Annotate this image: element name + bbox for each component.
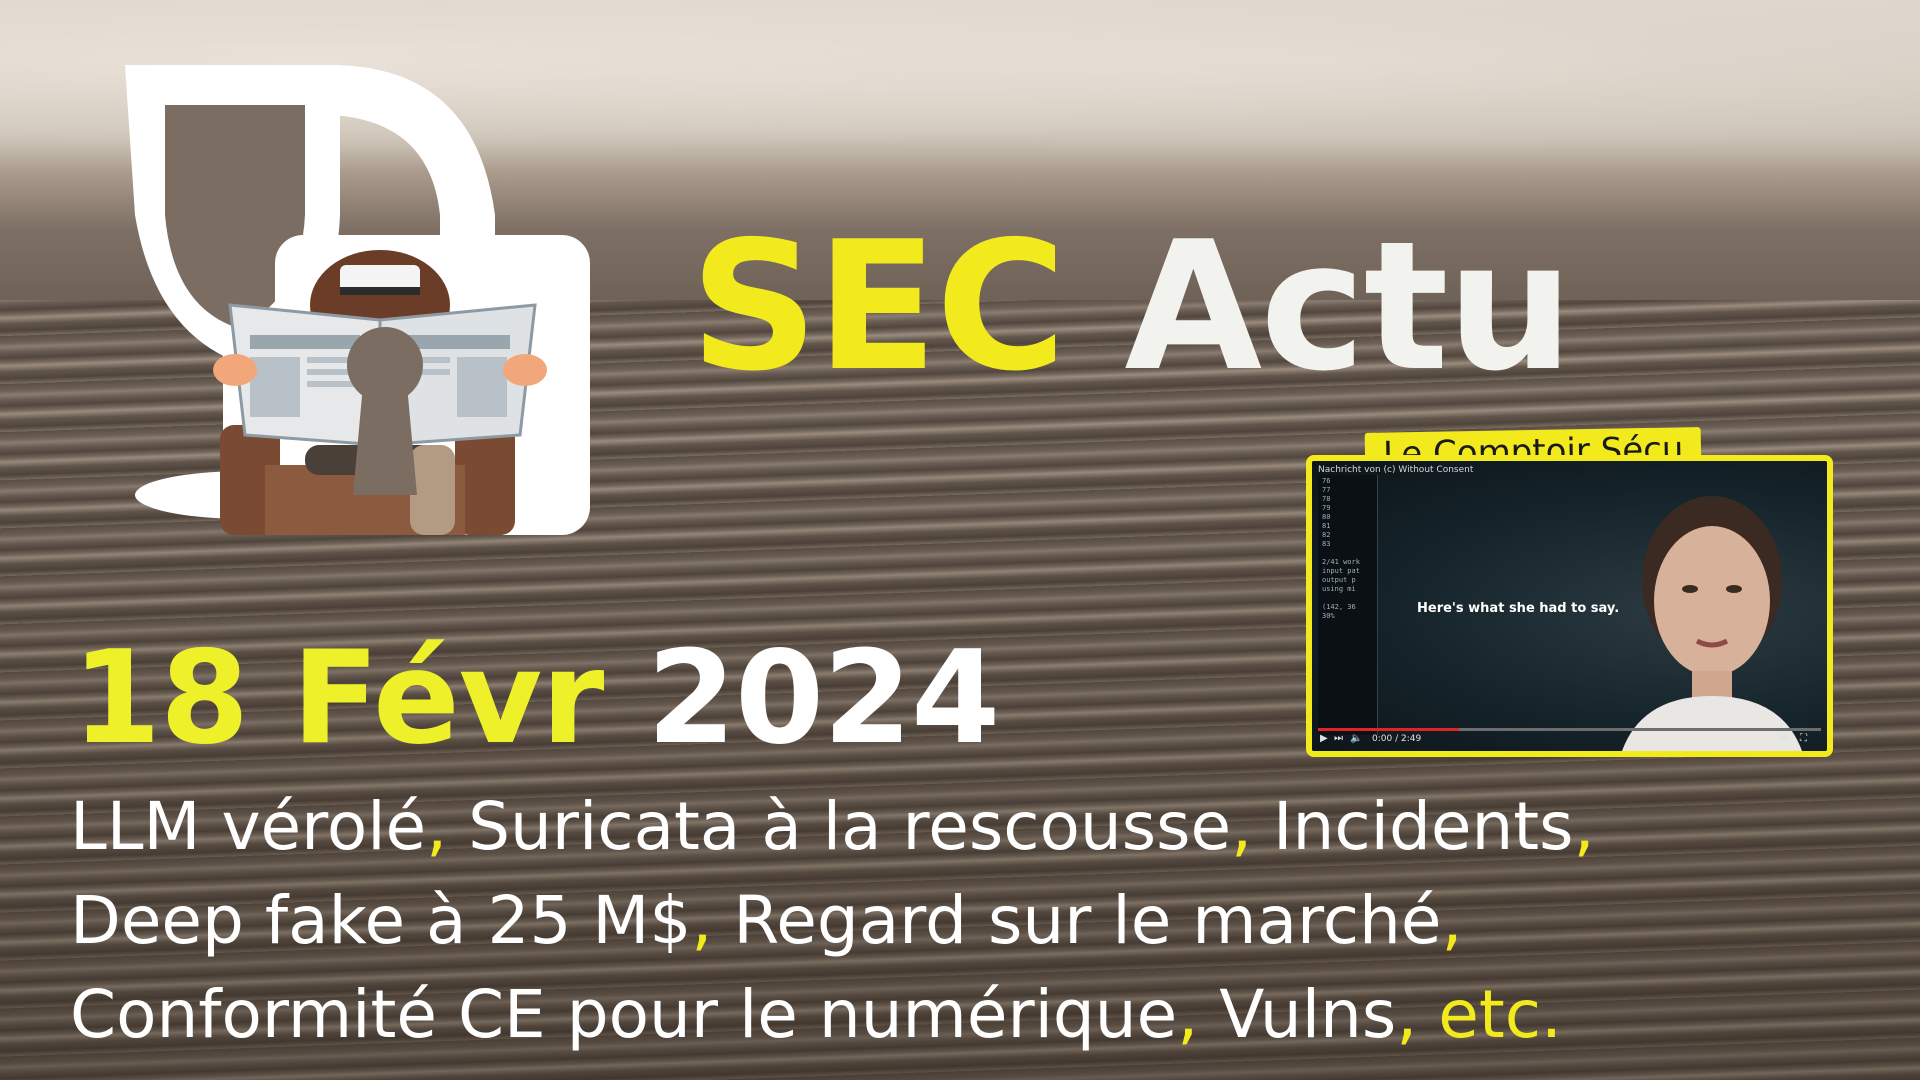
topic-etc: etc. xyxy=(1438,976,1562,1053)
video-time: 0:00 / 2:49 xyxy=(1372,734,1422,744)
topic-separator: , xyxy=(1396,976,1439,1053)
topic-market: Regard sur le marché xyxy=(733,882,1442,959)
topic-separator: , xyxy=(1177,976,1220,1053)
show-title: SEC Actu xyxy=(690,218,1574,396)
date-day-month: 18 Févr xyxy=(72,624,604,773)
episode-topics: LLM vérolé, Suricata à la rescousse, Inc… xyxy=(70,780,1890,1062)
video-frame: Nachricht von (c) Without Consent 76 77 78… xyxy=(1312,461,1827,751)
terminal-line: 78 xyxy=(1322,495,1331,503)
terminal-line: (142, 36 xyxy=(1322,603,1356,611)
terminal-line: output p xyxy=(1322,576,1356,584)
thumbnail-canvas: SEC Actu Le Comptoir Sécu Nachricht von … xyxy=(0,0,1920,1080)
topic-separator: , xyxy=(426,788,469,865)
topics-line-3: Conformité CE pour le numérique, Vulns, … xyxy=(70,968,1890,1062)
topic-deepfake: Deep fake à 25 M$ xyxy=(70,882,692,959)
terminal-line: 80 xyxy=(1322,513,1331,521)
topic-separator: , xyxy=(1573,788,1595,865)
video-terminal-panel: 76 77 78 79 80 81 82 83 2/41 work input pat outpu… xyxy=(1318,475,1378,735)
video-thumbnail[interactable]: Nachricht von (c) Without Consent 76 77 78… xyxy=(1306,455,1833,757)
title-actu: Actu xyxy=(1124,203,1573,410)
episode-date: 18 Févr 2024 xyxy=(72,635,1000,763)
terminal-line: 83 xyxy=(1322,540,1331,548)
settings-icon[interactable]: ⚙ xyxy=(1780,733,1789,744)
terminal-line: 30% xyxy=(1322,612,1335,620)
terminal-line: 77 xyxy=(1322,486,1331,494)
topic-llm: LLM vérolé xyxy=(70,788,427,865)
title-sec: SEC xyxy=(690,203,1066,410)
video-progress-bar[interactable] xyxy=(1318,728,1821,731)
terminal-line: 76 xyxy=(1322,477,1331,485)
video-caption: Here's what she had to say. xyxy=(1417,601,1620,616)
volume-icon[interactable]: 🔈 xyxy=(1350,733,1362,744)
wine-glass-padlock-newspaper-reader-logo xyxy=(125,65,595,535)
woman-face-image xyxy=(1622,496,1802,751)
topic-separator: , xyxy=(1231,788,1274,865)
topics-line-2: Deep fake à 25 M$, Regard sur le marché, xyxy=(70,874,1890,968)
terminal-line: 2/41 work xyxy=(1322,558,1360,566)
terminal-line: 81 xyxy=(1322,522,1331,530)
date-year: 2024 xyxy=(646,624,1000,773)
fullscreen-icon[interactable]: ⛶ xyxy=(1800,733,1807,744)
topic-compliance: Conformité CE pour le numérique xyxy=(70,976,1178,1053)
topics-line-1: LLM vérolé, Suricata à la rescousse, Inc… xyxy=(70,780,1890,874)
play-icon[interactable]: ▶ xyxy=(1320,733,1328,744)
topic-separator: , xyxy=(1441,882,1463,959)
video-topbar-title: Nachricht von (c) Without Consent xyxy=(1318,465,1474,475)
terminal-line: 82 xyxy=(1322,531,1331,539)
topic-incidents: Incidents xyxy=(1273,788,1574,865)
video-controls: ▶ ⏭ 🔈 0:00 / 2:49 ⚙ ⛶ xyxy=(1320,733,1820,747)
topic-separator: , xyxy=(691,882,734,959)
next-icon[interactable]: ⏭ xyxy=(1334,733,1343,744)
video-progress-fill xyxy=(1318,728,1459,731)
terminal-line: using mi xyxy=(1322,585,1356,593)
terminal-line: 79 xyxy=(1322,504,1331,512)
topic-suricata: Suricata à la rescousse xyxy=(468,788,1232,865)
topic-vulns: Vulns xyxy=(1219,976,1397,1053)
terminal-line: input pat xyxy=(1322,567,1360,575)
